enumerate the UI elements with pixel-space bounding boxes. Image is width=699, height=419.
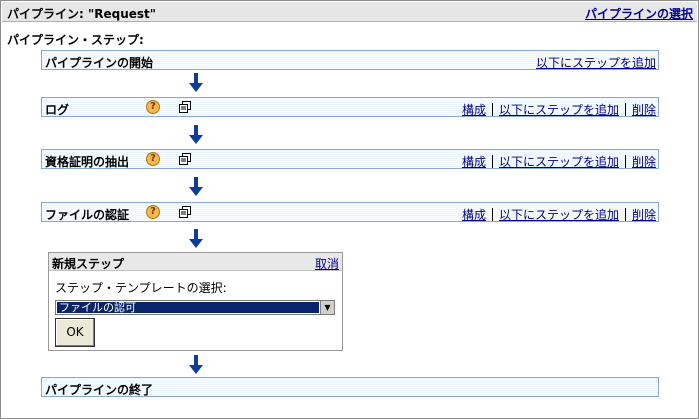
properties-icon[interactable] bbox=[179, 101, 191, 113]
add-step-below-link[interactable]: 以下にステップを追加 bbox=[499, 208, 619, 222]
new-step-panel: 新規ステップ 取消 ステップ・テンプレートの選択: ファイルの認可 ▼ OK bbox=[48, 252, 343, 351]
arrow-down-icon bbox=[189, 229, 203, 248]
pipeline-start-step: パイプラインの開始 以下にステップを追加 bbox=[41, 50, 659, 70]
template-select-label: ステップ・テンプレートの選択: bbox=[55, 281, 227, 295]
step-actions: 構成 以下にステップを追加 削除 bbox=[462, 101, 656, 118]
delete-link[interactable]: 削除 bbox=[632, 208, 656, 222]
title-bar: パイプライン: "Request" パイプラインの選択 bbox=[2, 2, 697, 22]
arrow-down-icon bbox=[189, 73, 203, 92]
help-icon[interactable]: ? bbox=[146, 100, 160, 114]
step-actions: 以下にステップを追加 bbox=[536, 54, 656, 71]
arrow-down-icon bbox=[189, 355, 203, 374]
cancel-link[interactable]: 取消 bbox=[315, 255, 339, 272]
step-label: パイプラインの終了 bbox=[45, 383, 154, 397]
step-label: ログ bbox=[45, 103, 70, 117]
properties-icon[interactable] bbox=[179, 153, 191, 165]
divider bbox=[624, 103, 626, 116]
help-icon[interactable]: ? bbox=[146, 205, 160, 219]
add-step-below-link[interactable]: 以下にステップを追加 bbox=[499, 155, 619, 169]
step-extract-credentials: 資格証明の抽出 ? 構成 以下にステップを追加 削除 bbox=[41, 149, 659, 169]
configure-link[interactable]: 構成 bbox=[462, 103, 486, 117]
pipeline-end-step: パイプラインの終了 bbox=[41, 377, 659, 397]
step-label: 資格証明の抽出 bbox=[45, 155, 130, 169]
add-step-below-link[interactable]: 以下にステップを追加 bbox=[536, 56, 656, 70]
properties-icon[interactable] bbox=[179, 206, 191, 218]
step-actions: 構成 以下にステップを追加 削除 bbox=[462, 206, 656, 223]
ok-button[interactable]: OK bbox=[55, 318, 95, 347]
pipeline-title: パイプライン: "Request" bbox=[7, 7, 157, 21]
add-step-below-link[interactable]: 以下にステップを追加 bbox=[499, 103, 619, 117]
template-select[interactable]: ファイルの認可 ▼ bbox=[55, 300, 335, 315]
delete-link[interactable]: 削除 bbox=[632, 155, 656, 169]
help-icon[interactable]: ? bbox=[146, 152, 160, 166]
arrow-down-icon bbox=[189, 177, 203, 196]
configure-link[interactable]: 構成 bbox=[462, 155, 486, 169]
step-log: ログ ? 構成 以下にステップを追加 削除 bbox=[41, 97, 659, 117]
select-pipeline-link[interactable]: パイプラインの選択 bbox=[585, 5, 693, 22]
steps-heading: パイプライン・ステップ: bbox=[7, 33, 144, 47]
new-step-title: 新規ステップ bbox=[52, 257, 125, 271]
step-file-authentication: ファイルの認証 ? 構成 以下にステップを追加 削除 bbox=[41, 202, 659, 222]
divider bbox=[491, 155, 493, 168]
step-label: パイプラインの開始 bbox=[45, 56, 154, 70]
configure-link[interactable]: 構成 bbox=[462, 208, 486, 222]
pipeline-window: パイプライン: "Request" パイプラインの選択 パイプライン・ステップ:… bbox=[0, 0, 699, 419]
step-actions: 構成 以下にステップを追加 削除 bbox=[462, 153, 656, 170]
new-step-panel-header: 新規ステップ 取消 bbox=[49, 253, 342, 271]
delete-link[interactable]: 削除 bbox=[632, 103, 656, 117]
divider bbox=[491, 208, 493, 221]
divider bbox=[624, 208, 626, 221]
step-label: ファイルの認証 bbox=[45, 208, 130, 222]
arrow-down-icon bbox=[189, 125, 203, 144]
template-select-value: ファイルの認可 bbox=[57, 302, 319, 313]
divider bbox=[491, 103, 493, 116]
divider bbox=[624, 155, 626, 168]
chevron-down-icon[interactable]: ▼ bbox=[320, 301, 334, 314]
